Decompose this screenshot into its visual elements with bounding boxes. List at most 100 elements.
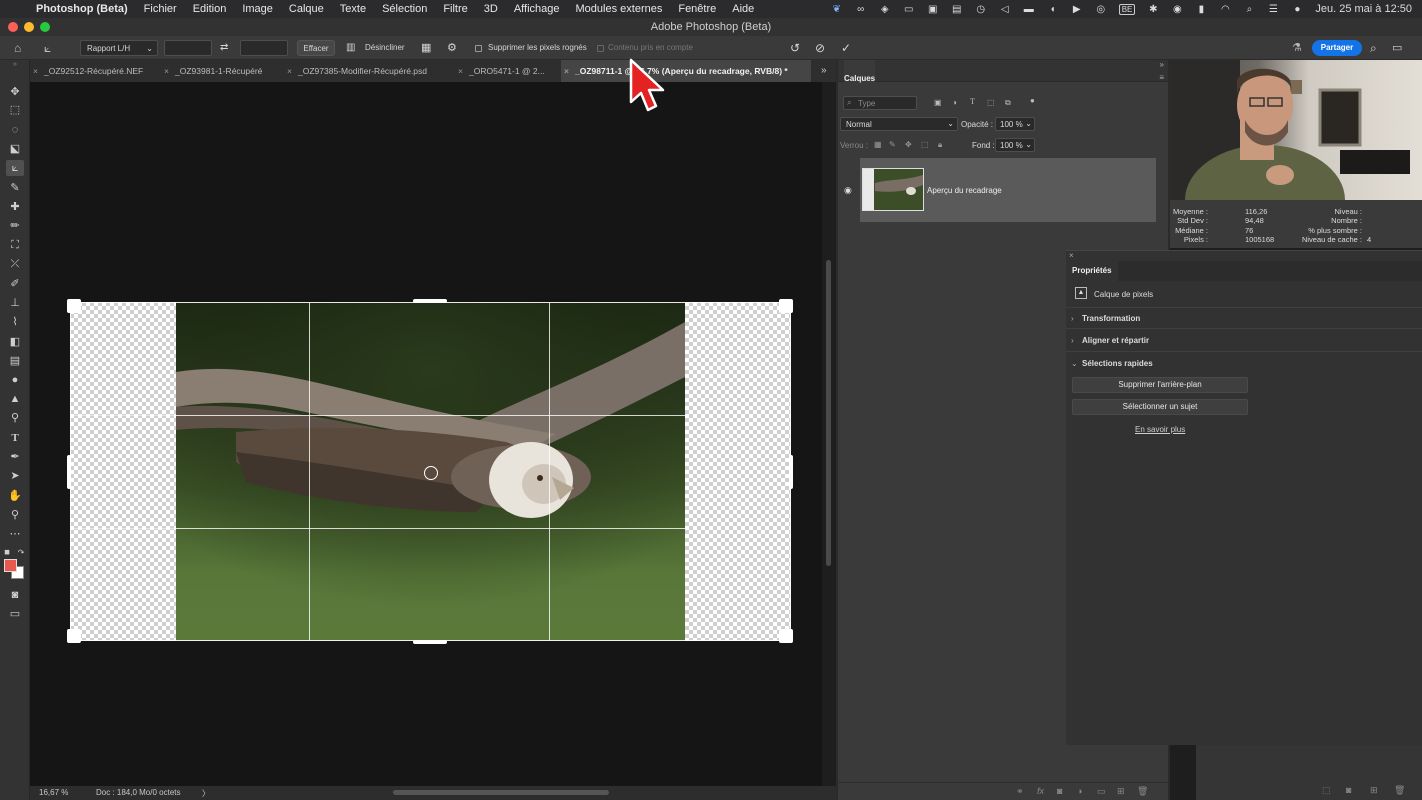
link-layers-icon[interactable]: ⚭ — [1016, 786, 1024, 797]
flask-icon[interactable]: ⚗ — [1292, 40, 1302, 56]
crop-tool-preset-icon[interactable]: ⟀ — [44, 40, 51, 56]
collapse-toolbar-icon[interactable]: » — [6, 60, 24, 70]
width-field[interactable] — [164, 40, 212, 56]
filter-adjustment-icon[interactable]: ◑ — [952, 98, 957, 107]
menu-fenetre[interactable]: Fenêtre — [678, 3, 716, 15]
camera-icon[interactable]: ▣ — [927, 4, 939, 15]
type-tool-icon[interactable]: T — [6, 430, 24, 446]
section-quick-actions[interactable]: ⌄ Sélections rapides — [1066, 353, 1422, 375]
overlay-grid-icon[interactable]: ▦ — [421, 40, 431, 56]
dodge-tool-icon[interactable]: ⚲ — [6, 410, 24, 426]
tab-document-4[interactable]: × _ORO5471-1 @ 2... — [455, 60, 560, 82]
creative-cloud-icon[interactable]: ∞ — [855, 4, 867, 15]
menu-affichage[interactable]: Affichage — [514, 3, 560, 15]
foreground-color-swatch[interactable] — [4, 559, 17, 572]
height-field[interactable] — [240, 40, 288, 56]
history-brush-tool-icon[interactable]: ⤫ — [6, 256, 24, 272]
crop-handle-right[interactable] — [789, 455, 793, 489]
properties-title[interactable]: Propriétés — [1066, 261, 1118, 281]
zoom-window-button[interactable] — [40, 22, 50, 32]
crop-handle-left[interactable] — [67, 455, 71, 489]
healing-brush-tool-icon[interactable]: ✚ — [6, 199, 24, 215]
minimize-window-button[interactable] — [24, 22, 34, 32]
select-subject-button[interactable]: Sélectionner un sujet — [1072, 399, 1248, 415]
horizontal-scroll-thumb[interactable] — [393, 790, 609, 795]
app-menu[interactable]: Photoshop (Beta) — [36, 3, 128, 15]
clone-stamp-tool-icon[interactable]: ⛶ — [6, 237, 24, 253]
close-tab-icon[interactable]: × — [33, 60, 38, 82]
laptop-icon[interactable]: ▬ — [1023, 4, 1035, 15]
tab-document-3[interactable]: × _OZ97385-Modifier-Récupéré.psd — [284, 60, 454, 82]
layer-row[interactable]: Aperçu du recadrage — [860, 158, 1156, 222]
workspace-icon[interactable]: ▭ — [1392, 40, 1402, 56]
marquee-tool-icon[interactable]: ⬚ — [6, 102, 24, 118]
lock-artboard-icon[interactable]: ⬚ — [921, 140, 929, 149]
menu-3d[interactable]: 3D — [484, 3, 498, 15]
zoom-level[interactable]: 16,67 % — [39, 788, 68, 797]
menu-calque[interactable]: Calque — [289, 3, 324, 15]
tab-document-1[interactable]: × _OZ92512-Récupéré.NEF — [30, 60, 160, 82]
search-icon[interactable]: ⌕ — [1243, 4, 1255, 15]
dashed-selection-icon[interactable]: ⬚ — [1322, 785, 1331, 796]
filter-shape-icon[interactable]: ⬚ — [987, 98, 995, 107]
tab-document-2[interactable]: × _OZ93981-1-Récupéré — [161, 60, 283, 82]
crop-handle-bottom-left[interactable] — [67, 629, 81, 643]
close-tab-icon[interactable]: × — [164, 60, 169, 82]
filter-toggle-icon[interactable]: ● — [1030, 96, 1035, 105]
time-machine-icon[interactable]: ◷ — [975, 4, 987, 15]
crop-tool-icon[interactable]: ⟀ — [6, 160, 24, 176]
filter-type-icon[interactable]: T — [970, 97, 975, 106]
vertical-scroll-thumb[interactable] — [826, 260, 831, 566]
menu-fichier[interactable]: Fichier — [144, 3, 177, 15]
butterfly-icon[interactable]: ❦ — [831, 4, 843, 15]
wifi-icon[interactable]: ◠ — [1219, 4, 1231, 15]
fx-icon[interactable]: fx — [1037, 786, 1044, 796]
sharpen-tool-icon[interactable]: ▲ — [6, 391, 24, 407]
layers-panel-title[interactable]: Calques — [844, 60, 876, 83]
learn-more-link[interactable]: En savoir plus — [1135, 425, 1185, 434]
brush-tool-icon[interactable]: ✏ — [6, 218, 24, 234]
volume-icon[interactable]: ◁ — [999, 4, 1011, 15]
display-icon[interactable]: ▭ — [903, 4, 915, 15]
more-tools-icon[interactable]: ⋯ — [6, 526, 24, 542]
lock-image-icon[interactable]: ✎ — [889, 140, 896, 149]
crop-handle-top[interactable] — [413, 299, 447, 303]
close-tab-icon[interactable]: × — [458, 60, 463, 82]
delete-cropped-checkbox[interactable] — [475, 45, 482, 52]
menu-aide[interactable]: Aide — [732, 3, 754, 15]
section-align-distribute[interactable]: › Aligner et répartir — [1066, 330, 1422, 352]
art-history-brush-icon[interactable]: ⌇ — [6, 314, 24, 330]
pen-tool-icon[interactable]: ✒ — [6, 449, 24, 465]
crop-handle-bottom[interactable] — [413, 640, 447, 644]
menu-bar-clock[interactable]: Jeu. 25 mai à 12:50 — [1315, 3, 1412, 15]
filter-pixel-icon[interactable]: ▣ — [934, 98, 942, 107]
battery-icon[interactable]: ▮ — [1195, 4, 1207, 15]
layer-name[interactable]: Aperçu du recadrage — [927, 186, 1002, 195]
menu-image[interactable]: Image — [242, 3, 273, 15]
opacity-field[interactable]: 100 % ⌄ — [995, 117, 1035, 131]
crop-handle-top-left[interactable] — [67, 299, 81, 313]
filter-smart-object-icon[interactable]: ⧉ — [1005, 98, 1011, 108]
straighten-label[interactable]: Désincliner — [365, 40, 405, 56]
panel-menu-icon[interactable]: ≡ — [1159, 73, 1164, 82]
stamp-tool-icon[interactable]: ⊥ — [6, 295, 24, 311]
reset-icon[interactable]: ↺ — [790, 40, 800, 56]
more-tabs-icon[interactable]: » — [821, 60, 827, 82]
play-icon[interactable]: ▶ — [1071, 4, 1083, 15]
layer-filter-field[interactable]: ⌕ Type — [843, 96, 917, 110]
delete-cropped-label[interactable]: Supprimer les pixels rognés — [488, 40, 587, 56]
blend-mode-dropdown[interactable]: Normal ⌄ — [840, 117, 958, 131]
menu-filtre[interactable]: Filtre — [443, 3, 467, 15]
section-transformation[interactable]: › Transformation — [1066, 307, 1422, 329]
clear-button[interactable]: Effacer — [297, 40, 335, 56]
close-panel-icon[interactable]: × — [1069, 251, 1074, 260]
menu-texte[interactable]: Texte — [340, 3, 366, 15]
gradient-tool-icon[interactable]: ▤ — [6, 353, 24, 369]
straighten-icon[interactable]: ▥ — [346, 40, 355, 56]
cancel-icon[interactable]: ⊘ — [815, 40, 825, 56]
lasso-tool-icon[interactable]: ◌ — [6, 122, 24, 138]
pencil-tool-icon[interactable]: ✐ — [6, 276, 24, 292]
fill-field[interactable]: 100 % ⌄ — [995, 138, 1035, 152]
content-aware-label[interactable]: Contenu pris en compte — [608, 40, 693, 56]
new-item-icon[interactable]: ⊞ — [1370, 785, 1378, 796]
